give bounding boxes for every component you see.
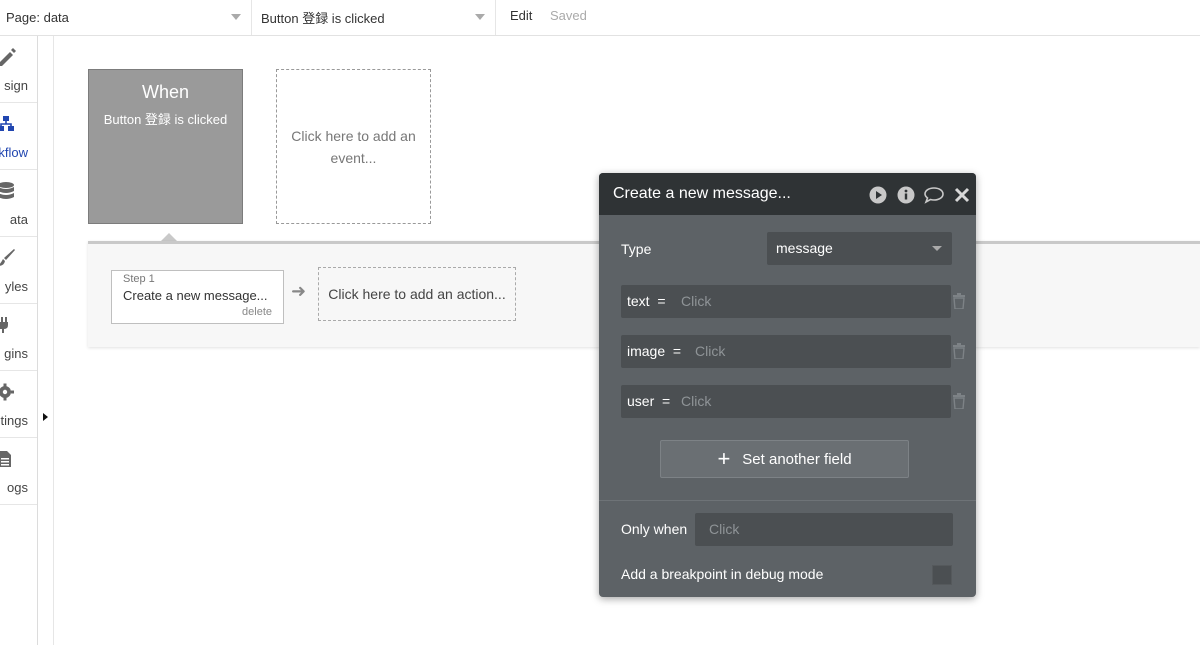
database-icon [0, 182, 14, 199]
sidebar-item-label: tings [0, 413, 28, 428]
play-icon[interactable] [869, 186, 887, 204]
sidebar-item-label: yles [4, 279, 28, 294]
expand-sidebar-icon[interactable] [43, 413, 48, 421]
panel-divider [599, 500, 976, 501]
step-number: Step 1 [123, 273, 155, 285]
event-card-subtitle: Button 登録 is clicked [103, 112, 228, 127]
sidebar-item-design[interactable]: sign [0, 36, 37, 103]
sidebar-gutter [38, 36, 54, 645]
set-another-field-button[interactable]: + Set another field [660, 440, 909, 478]
chevron-down-icon [475, 14, 485, 20]
field-row-image[interactable]: image = Click [621, 335, 951, 368]
sidebar-item-workflow[interactable]: kflow [0, 103, 37, 170]
page-select-label: Page: data [6, 10, 69, 25]
workflow-icon [0, 116, 14, 131]
sidebar-item-label: ogs [7, 480, 28, 495]
field-value-input[interactable]: Click [681, 293, 711, 309]
field-name: image = [627, 343, 682, 359]
arrow-right-icon: ➜ [291, 281, 307, 301]
sidebar-item-styles[interactable]: yles [0, 237, 37, 304]
chevron-down-icon [231, 14, 241, 20]
step-title: Create a new message... [123, 288, 268, 303]
comment-icon[interactable] [924, 186, 944, 204]
brush-icon [0, 249, 15, 266]
field-name: text = [627, 293, 666, 309]
info-icon[interactable] [897, 186, 915, 204]
type-dropdown-value: message [776, 240, 833, 256]
add-action-placeholder[interactable]: Click here to add an action... [318, 267, 516, 321]
event-card[interactable]: When Button 登録 is clicked [88, 69, 243, 224]
field-row-text[interactable]: text = Click [621, 285, 951, 318]
left-sidebar: sign kflow ata yles gins tings ogs [0, 36, 38, 645]
type-label: Type [621, 241, 652, 257]
event-select-label: Button 登録 is clicked [261, 11, 385, 26]
event-pointer [161, 233, 177, 241]
field-value-input[interactable]: Click [695, 343, 725, 359]
step-card[interactable]: Step 1 Create a new message... delete [111, 270, 284, 324]
sidebar-item-plugins[interactable]: gins [0, 304, 37, 371]
only-when-input[interactable]: Click [695, 513, 953, 546]
chevron-down-icon [932, 246, 942, 251]
add-event-placeholder[interactable]: Click here to add an event... [276, 69, 431, 224]
breakpoint-checkbox[interactable] [932, 565, 952, 585]
trash-icon[interactable] [952, 393, 966, 409]
gear-icon [0, 383, 14, 401]
sidebar-item-label: kflow [0, 145, 28, 160]
set-another-field-label: Set another field [742, 450, 852, 468]
saved-status: Saved [550, 8, 587, 23]
sidebar-item-label: sign [4, 78, 28, 93]
page-select[interactable]: Page: data [0, 0, 252, 35]
field-name: user = [627, 393, 671, 409]
sidebar-item-logs[interactable]: ogs [0, 438, 37, 505]
panel-header: Create a new message... [599, 173, 976, 215]
edit-menu[interactable]: Edit [510, 8, 532, 23]
only-when-value: Click [709, 521, 740, 537]
trash-icon[interactable] [952, 343, 966, 359]
field-row-user[interactable]: user = Click [621, 385, 951, 418]
sidebar-item-label: gins [4, 346, 28, 361]
sidebar-item-data[interactable]: ata [0, 170, 37, 237]
event-select[interactable]: Button 登録 is clicked [252, 0, 496, 35]
field-value-input[interactable]: Click [681, 393, 711, 409]
pencil-ruler-icon [0, 48, 16, 66]
plug-icon [0, 317, 8, 333]
delete-step-link[interactable]: delete [242, 306, 272, 318]
sidebar-item-label: ata [9, 212, 28, 227]
plus-icon: + [717, 446, 731, 471]
panel-title: Create a new message... [613, 185, 791, 202]
only-when-label: Only when [621, 521, 688, 537]
sidebar-item-settings[interactable]: tings [0, 371, 37, 438]
document-icon [0, 451, 11, 467]
breakpoint-label: Add a breakpoint in debug mode [621, 566, 824, 582]
close-icon[interactable] [954, 186, 970, 204]
top-bar: Page: data Button 登録 is clicked Edit Sav… [0, 0, 1200, 36]
action-property-panel: Create a new message... Type message tex… [599, 173, 976, 597]
type-dropdown[interactable]: message [767, 232, 952, 265]
event-card-title: When [141, 82, 190, 102]
trash-icon[interactable] [952, 293, 966, 309]
